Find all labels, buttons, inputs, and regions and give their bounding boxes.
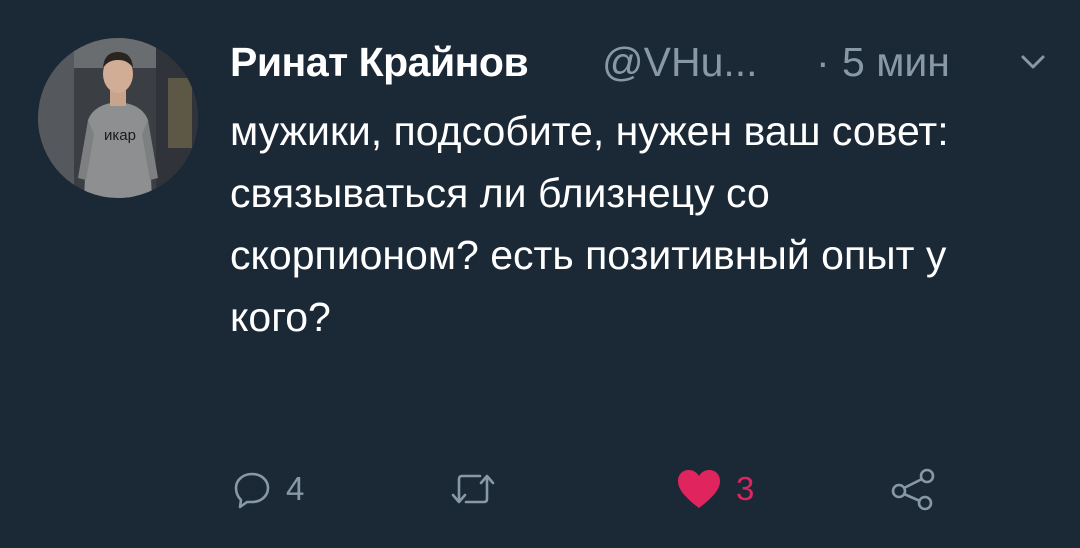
avatar-shirt-text: икар <box>104 127 136 144</box>
retweet-button[interactable] <box>450 462 510 516</box>
like-count: 3 <box>736 470 755 507</box>
reply-count: 4 <box>286 470 305 507</box>
tweet-text-line: мужики, подсобите, нужен ваш совет: <box>230 108 949 154</box>
avatar-photo: икар <box>38 38 198 198</box>
action-bar: 4 3 <box>228 462 958 516</box>
share-icon <box>891 468 935 511</box>
author-name[interactable]: Ринат Крайнов <box>230 36 529 88</box>
tweet-text-line: связываться ли близнецу со скорпионом? е… <box>230 170 947 340</box>
tweet-card[interactable]: икар Ринат Крайнов @VHu... · 5 мин мужик… <box>0 0 1080 548</box>
tweet-header: Ринат Крайнов @VHu... · 5 мин <box>230 36 1050 88</box>
tweet-text: мужики, подсобите, нужен ваш совет: связ… <box>230 100 1030 348</box>
author-handle[interactable]: @VHu... <box>602 36 758 88</box>
chevron-down-icon[interactable] <box>1020 52 1046 72</box>
avatar[interactable]: икар <box>38 38 198 198</box>
retweet-icon <box>451 474 495 504</box>
heart-icon <box>678 470 720 508</box>
separator-dot: · <box>816 39 830 85</box>
timestamp[interactable]: 5 мин <box>842 36 950 88</box>
share-button[interactable] <box>890 462 936 516</box>
reply-button[interactable]: 4 <box>232 462 304 516</box>
like-button[interactable]: 3 <box>676 462 754 516</box>
reply-icon <box>234 472 270 509</box>
